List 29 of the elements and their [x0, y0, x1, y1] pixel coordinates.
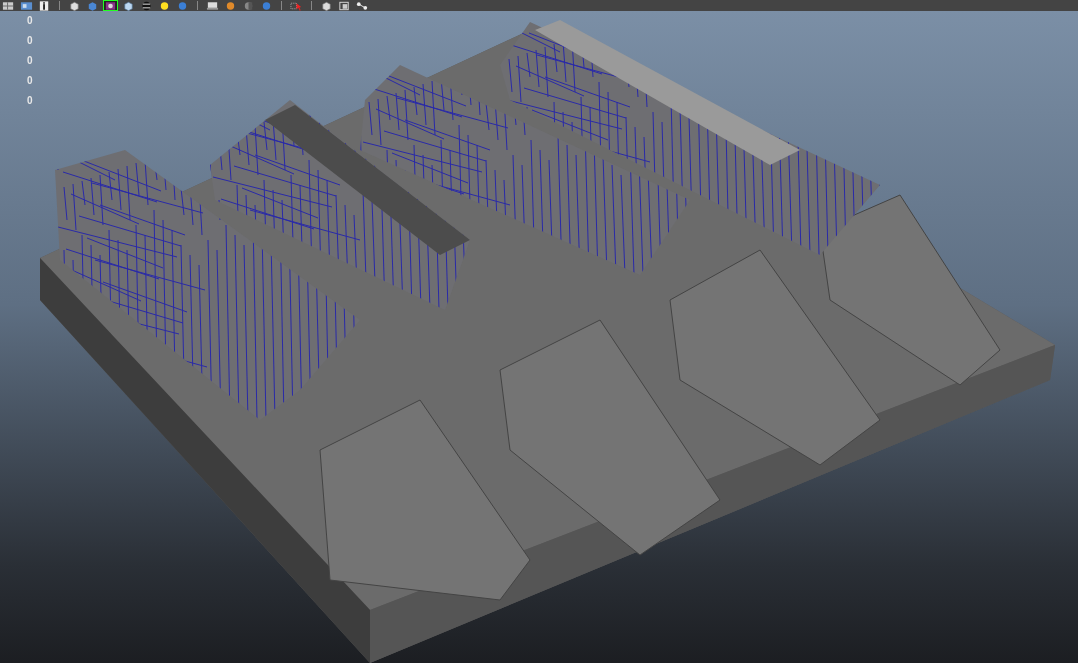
nodes-icon: [356, 0, 369, 11]
sphere-icon: [224, 0, 237, 11]
sphere-icon: [260, 0, 273, 11]
grid-button[interactable]: [1, 0, 16, 11]
frame-icon: [338, 0, 351, 11]
cube-button[interactable]: [67, 0, 82, 11]
hud-value: 0: [27, 34, 33, 47]
frame-button[interactable]: [337, 0, 352, 11]
sphere-icon: [176, 0, 189, 11]
sphere-button[interactable]: [139, 0, 154, 11]
hud-value: 0: [27, 14, 33, 27]
sphere-icon: [242, 0, 255, 11]
grid-icon: [2, 0, 15, 11]
nodes-button[interactable]: [355, 0, 370, 11]
shaded-cube-icon: [20, 0, 33, 11]
textured-cube-button[interactable]: [103, 0, 118, 11]
hud-value: 0: [27, 54, 33, 67]
monitor-icon: [206, 0, 219, 11]
sphere-icon: [140, 0, 153, 11]
monitor-button[interactable]: [205, 0, 220, 11]
textured-cube-icon: [104, 0, 117, 11]
cube-button[interactable]: [319, 0, 334, 11]
hud-value: 0: [27, 94, 33, 107]
cube-button[interactable]: [121, 0, 136, 11]
light-bulb-icon: [158, 0, 171, 11]
info-icon: [38, 0, 51, 11]
shaded-cube-button[interactable]: [19, 0, 34, 11]
hud-value: 0: [27, 74, 33, 87]
cursor-icon: [290, 0, 303, 11]
